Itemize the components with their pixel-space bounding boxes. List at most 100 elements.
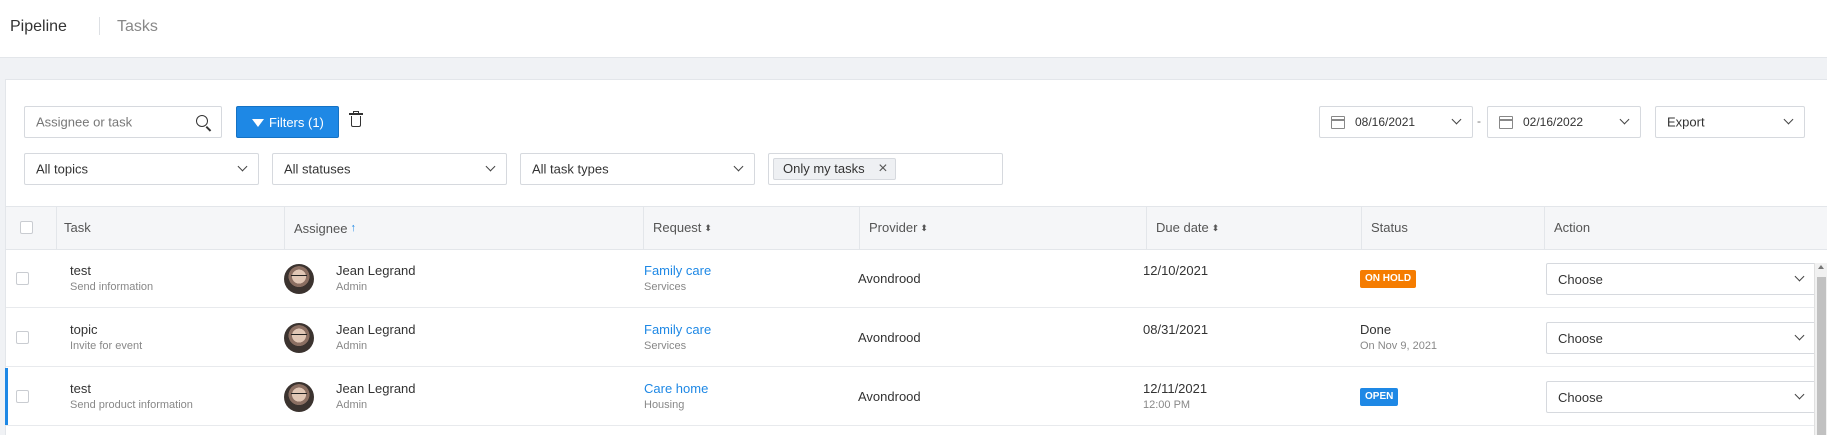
task-name: test <box>70 381 91 396</box>
sort-icon: ⬍ <box>704 223 712 233</box>
scrollbar-thumb[interactable] <box>1817 277 1826 435</box>
action-select[interactable]: Choose <box>1546 263 1816 295</box>
header-task[interactable]: Task <box>64 207 91 249</box>
task-description: Send product information <box>70 399 193 411</box>
assignee-name: Jean Legrand <box>336 263 416 278</box>
assignee-role: Admin <box>336 399 368 411</box>
export-dropdown[interactable]: Export <box>1655 106 1805 138</box>
action-select-value: Choose <box>1558 331 1603 346</box>
chevron-down-icon <box>485 161 496 172</box>
filter-tag-label: Only my tasks <box>783 161 865 176</box>
tag-filter-input[interactable]: Only my tasks × <box>768 153 1003 185</box>
sort-up-icon: ↑ <box>350 222 356 234</box>
filters-button[interactable]: Filters (1) <box>236 106 339 138</box>
date-from-value: 08/16/2021 <box>1355 115 1416 129</box>
request-category: Housing <box>644 399 685 411</box>
funnel-icon <box>252 119 264 127</box>
filter-tag: Only my tasks × <box>773 158 896 180</box>
assignee-name: Jean Legrand <box>336 322 416 337</box>
request-link[interactable]: Care home <box>644 381 708 396</box>
status-badge: ON HOLD <box>1360 270 1417 288</box>
calendar-icon <box>1499 116 1513 129</box>
search-placeholder: Assignee or task <box>36 114 133 130</box>
date-range-separator: - <box>1477 114 1481 128</box>
task-description: Send information <box>70 281 154 293</box>
action-select-value: Choose <box>1558 390 1603 405</box>
action-select[interactable]: Choose <box>1546 322 1816 354</box>
date-to-value: 02/16/2022 <box>1523 115 1584 129</box>
chevron-down-icon <box>1619 114 1630 125</box>
request-link[interactable]: Family care <box>644 263 711 278</box>
avatar <box>284 323 314 353</box>
export-label: Export <box>1667 114 1705 130</box>
due-date: 12/11/2021 <box>1143 381 1208 396</box>
search-icon[interactable] <box>196 115 208 127</box>
due-time: 12:00 PM <box>1143 399 1191 411</box>
status-date: On Nov 9, 2021 <box>1360 340 1438 352</box>
close-icon[interactable]: × <box>878 159 887 179</box>
request-category: Services <box>644 281 687 293</box>
assignee-name: Jean Legrand <box>336 381 416 396</box>
header-due-date[interactable]: Due date ⬍ <box>1156 207 1219 249</box>
statuses-select-value: All statuses <box>284 161 351 177</box>
scroll-up-icon[interactable] <box>1818 265 1824 269</box>
calendar-icon <box>1331 116 1345 129</box>
row-checkbox[interactable] <box>16 272 29 285</box>
chevron-down-icon <box>237 161 248 172</box>
avatar <box>284 264 314 294</box>
due-date: 12/10/2021 <box>1143 263 1209 278</box>
status-badge: OPEN <box>1360 388 1399 406</box>
select-all-checkbox[interactable] <box>20 221 33 234</box>
chevron-down-icon <box>1794 330 1805 341</box>
chevron-down-icon <box>1794 271 1805 282</box>
table-row[interactable]: test Send information Jean Legrand Admin… <box>6 250 1827 308</box>
avatar <box>284 382 314 412</box>
header-assignee[interactable]: Assignee ↑ <box>294 207 356 249</box>
status-text: Done <box>1360 322 1392 337</box>
header-request[interactable]: Request ⬍ <box>653 207 712 249</box>
topics-select[interactable]: All topics <box>24 153 259 185</box>
assignee-role: Admin <box>336 340 368 352</box>
date-to-picker[interactable]: 02/16/2022 <box>1487 106 1641 138</box>
assignee-role: Admin <box>336 281 368 293</box>
nav-pipeline[interactable]: Pipeline <box>10 18 67 36</box>
request-link[interactable]: Family care <box>644 322 711 337</box>
task-types-select[interactable]: All task types <box>520 153 755 185</box>
row-checkbox[interactable] <box>16 390 29 403</box>
filters-button-label: Filters (1) <box>269 115 324 130</box>
provider-name: Avondrood <box>858 389 921 404</box>
request-category: Services <box>644 340 687 352</box>
header-provider[interactable]: Provider ⬍ <box>869 207 928 249</box>
statuses-select[interactable]: All statuses <box>272 153 507 185</box>
action-select[interactable]: Choose <box>1546 381 1816 413</box>
header-status: Status <box>1371 220 1408 235</box>
sort-icon: ⬍ <box>920 223 928 233</box>
chevron-down-icon <box>1783 114 1794 125</box>
action-select-value: Choose <box>1558 272 1603 287</box>
top-nav: Pipeline Tasks <box>0 0 1827 58</box>
table-row[interactable]: test Send product information Jean Legra… <box>5 368 1827 426</box>
provider-name: Avondrood <box>858 271 921 286</box>
table-row[interactable]: topic Invite for event Jean Legrand Admi… <box>6 309 1827 367</box>
table-header: Task Assignee ↑ Request ⬍ Provider ⬍ Due da… <box>6 206 1827 250</box>
due-date: 08/31/2021 <box>1143 322 1209 337</box>
nav-divider <box>99 17 100 35</box>
vertical-scrollbar[interactable] <box>1814 263 1827 435</box>
header-action: Action <box>1554 220 1591 235</box>
chevron-down-icon <box>1794 389 1805 400</box>
chevron-down-icon <box>1451 114 1462 125</box>
search-input[interactable]: Assignee or task <box>24 106 222 138</box>
task-description: Invite for event <box>70 340 143 352</box>
trash-icon[interactable] <box>349 111 363 128</box>
nav-tasks[interactable]: Tasks <box>117 18 158 36</box>
task-types-select-value: All task types <box>532 161 609 177</box>
topics-select-value: All topics <box>36 161 89 177</box>
chevron-down-icon <box>733 161 744 172</box>
provider-name: Avondrood <box>858 330 921 345</box>
date-from-picker[interactable]: 08/16/2021 <box>1319 106 1473 138</box>
task-panel: Assignee or task Filters (1) 08/16/2021 … <box>5 79 1827 435</box>
task-name: test <box>70 263 91 278</box>
task-name: topic <box>70 322 98 337</box>
row-checkbox[interactable] <box>16 331 29 344</box>
sort-icon: ⬍ <box>1211 223 1220 233</box>
